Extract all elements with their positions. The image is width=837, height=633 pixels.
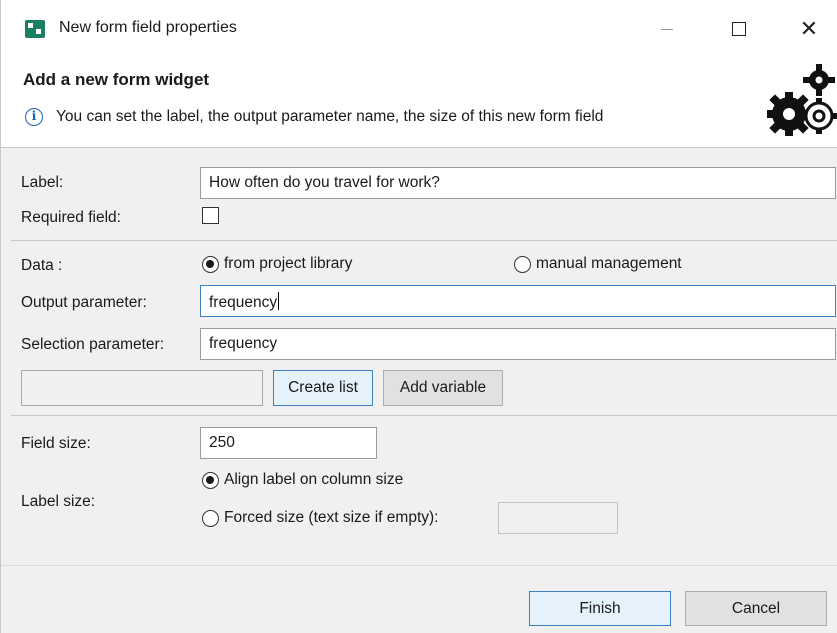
radio-label: manual management xyxy=(536,255,682,272)
field-size-input[interactable]: 250 xyxy=(200,427,377,459)
minimize-icon xyxy=(661,28,673,30)
radio-selected-icon xyxy=(202,255,219,273)
selection-parameter-caption: Selection parameter: xyxy=(21,336,165,353)
info-icon: i xyxy=(25,108,43,126)
add-variable-button[interactable]: Add variable xyxy=(383,370,503,406)
dialog-window: New form field properties ✕ Add a new fo… xyxy=(0,0,837,633)
forced-size-input[interactable] xyxy=(498,502,618,534)
selection-parameter-input[interactable]: frequency xyxy=(200,328,836,360)
radio-label: Forced size (text size if empty): xyxy=(224,509,439,526)
data-caption: Data : xyxy=(21,257,63,274)
radio-align-label[interactable]: Align label on column size xyxy=(202,471,403,489)
separator xyxy=(11,240,837,241)
radio-forced-size[interactable]: Forced size (text size if empty): xyxy=(202,509,438,527)
label-size-caption: Label size: xyxy=(21,493,96,510)
output-parameter-input[interactable]: frequency xyxy=(200,285,836,317)
radio-unselected-icon xyxy=(514,255,531,273)
minimize-button[interactable] xyxy=(647,14,687,44)
dialog-footer: Finish Cancel xyxy=(1,565,837,633)
required-caption: Required field: xyxy=(21,209,121,226)
dialog-header: Add a new form widget i You can set the … xyxy=(1,58,837,148)
close-button[interactable]: ✕ xyxy=(789,14,829,44)
radio-label: Align label on column size xyxy=(224,471,404,488)
radio-manual-management[interactable]: manual management xyxy=(514,255,682,273)
radio-label: from project library xyxy=(224,255,353,272)
required-checkbox[interactable] xyxy=(202,207,219,224)
window-title: New form field properties xyxy=(59,19,237,36)
separator xyxy=(11,415,837,416)
field-size-caption: Field size: xyxy=(21,435,91,452)
label-caption: Label: xyxy=(21,174,64,191)
text-caret xyxy=(278,292,280,310)
header-description: You can set the label, the output parame… xyxy=(56,108,604,125)
header-title: Add a new form widget xyxy=(23,70,210,89)
finish-button[interactable]: Finish xyxy=(529,591,671,626)
close-icon: ✕ xyxy=(799,16,819,41)
app-icon xyxy=(25,20,45,38)
radio-from-project-library[interactable]: from project library xyxy=(202,255,352,273)
maximize-icon xyxy=(732,22,746,36)
list-name-field[interactable] xyxy=(21,370,263,406)
gears-icon xyxy=(767,64,837,136)
maximize-button[interactable] xyxy=(719,14,759,44)
output-parameter-caption: Output parameter: xyxy=(21,294,147,311)
create-list-button[interactable]: Create list xyxy=(273,370,373,406)
label-input[interactable]: How often do you travel for work? xyxy=(200,167,836,199)
cancel-button[interactable]: Cancel xyxy=(685,591,827,626)
output-parameter-value: frequency xyxy=(209,294,278,311)
radio-selected-icon xyxy=(202,471,219,489)
title-bar[interactable]: New form field properties ✕ xyxy=(1,0,837,58)
radio-unselected-icon xyxy=(202,509,219,527)
